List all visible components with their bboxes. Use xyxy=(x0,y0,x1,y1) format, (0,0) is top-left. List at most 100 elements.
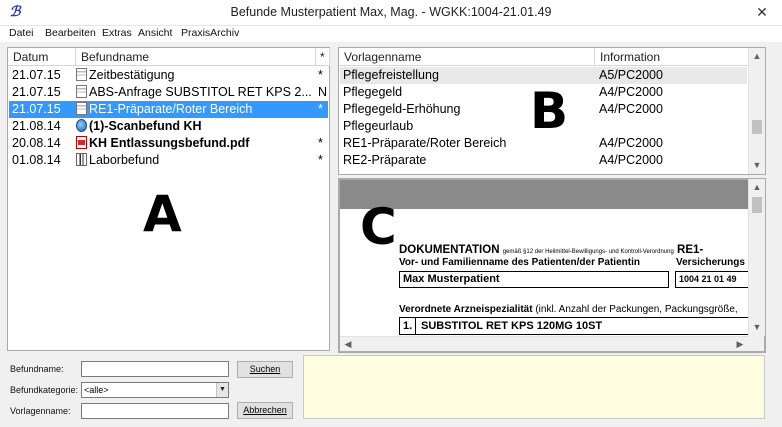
vorlage-information: A4/PC2000 xyxy=(599,136,663,150)
notes-area[interactable] xyxy=(303,355,765,419)
doc-drug-index: 1. xyxy=(403,320,413,332)
vorlage-information: A4/PC2000 xyxy=(599,102,663,116)
marker-c: C xyxy=(360,198,397,256)
scroll-thumb[interactable] xyxy=(752,120,762,134)
befund-row[interactable]: 21.07.15 RE1-Präparate/Roter Bereich * xyxy=(9,101,328,118)
menu-datei[interactable]: Datei xyxy=(9,27,34,39)
doc-heading-line: DOKUMENTATION gemäß §12 der Heilmittel-B… xyxy=(399,244,703,256)
befund-flag: * xyxy=(318,153,323,167)
befund-name-cell: KH Entlassungsbefund.pdf xyxy=(76,135,314,152)
befund-flag: * xyxy=(318,136,323,150)
document-preview[interactable]: DOKUMENTATION gemäß §12 der Heilmittel-B… xyxy=(338,178,766,353)
menu-praxisarchiv[interactable]: PraxisArchiv xyxy=(181,27,239,39)
preview-scroll-left-arrow-icon[interactable]: ◀ xyxy=(340,336,356,352)
befund-name-cell: (1)-Scanbefund KH xyxy=(76,118,314,135)
column-header-datum[interactable]: Datum xyxy=(8,48,76,66)
befund-name-cell: ABS-Anfrage SUBSTITOL RET KPS 2... xyxy=(76,84,314,101)
menu-ansicht[interactable]: Ansicht xyxy=(138,27,172,39)
befund-row[interactable]: 21.08.14 (1)-Scanbefund KH xyxy=(9,118,328,135)
preview-vertical-scrollbar[interactable]: ▲ ▼ xyxy=(748,179,765,336)
preview-scroll-right-arrow-icon[interactable]: ▶ xyxy=(732,336,748,352)
befund-name-cell: Zeitbestätigung xyxy=(76,67,314,84)
doc-label-name: Vor- und Familienname des Patienten/der … xyxy=(399,257,640,268)
befund-flag: * xyxy=(318,68,323,82)
client-area: Datum Befundname * 21.07.15 Zeitbestätigu… xyxy=(0,42,782,427)
abbrechen-button-label: Abbrechen xyxy=(243,405,287,415)
preview-scroll-down-arrow-icon[interactable]: ▼ xyxy=(749,319,765,336)
befund-row[interactable]: 01.08.14 Laborbefund * xyxy=(9,152,328,169)
scrollbar-corner xyxy=(748,336,764,351)
doc-heading-suffix: RE1- xyxy=(677,244,704,256)
note-icon xyxy=(76,102,87,115)
befund-flag: * xyxy=(318,102,323,116)
suchen-button[interactable]: Suchen xyxy=(237,361,293,378)
doc-heading: DOKUMENTATION xyxy=(399,244,500,256)
doc-drug-name: SUBSTITOL RET KPS 120MG 10ST xyxy=(421,320,603,332)
marker-b: B xyxy=(530,82,569,140)
befund-name: Zeitbestätigung xyxy=(89,68,175,82)
document-page: DOKUMENTATION gemäß §12 der Heilmittel-B… xyxy=(340,180,749,336)
doc-insurance-number: 1004 21 01 49 xyxy=(679,274,737,284)
befundkategorie-select[interactable]: <alle> ▼ xyxy=(81,382,229,398)
befund-date: 21.07.15 xyxy=(12,85,61,99)
note-icon xyxy=(76,85,87,98)
close-button[interactable]: ✕ xyxy=(752,2,772,22)
befundname-input[interactable] xyxy=(81,361,229,377)
column-header-flag[interactable]: * xyxy=(316,48,330,66)
vorlage-name: RE2-Präparate xyxy=(343,153,427,167)
doc-patient-name: Max Musterpatient xyxy=(403,273,500,285)
vorlagenname-label: Vorlagenname: xyxy=(10,406,71,416)
preview-scroll-up-arrow-icon[interactable]: ▲ xyxy=(749,179,765,196)
doc-label-insurance: Versicherungs xyxy=(676,257,745,268)
menu-bar: Datei Bearbeiten Extras Ansicht PraxisAr… xyxy=(0,26,782,42)
vorlagenname-input[interactable] xyxy=(81,403,229,419)
scan-icon xyxy=(76,119,87,132)
menu-extras[interactable]: Extras xyxy=(102,27,132,39)
column-header-vorlagenname[interactable]: Vorlagenname xyxy=(339,48,595,66)
befund-date: 20.08.14 xyxy=(12,136,61,150)
doc-label-drug: Verordnete Arzneispezialität (inkl. Anza… xyxy=(399,304,738,315)
vorlage-information: A4/PC2000 xyxy=(599,153,663,167)
befund-name: RE1-Präparate/Roter Bereich xyxy=(89,102,253,116)
abbrechen-button[interactable]: Abbrechen xyxy=(237,402,293,419)
befundname-label: Befundname: xyxy=(10,364,64,374)
befund-row[interactable]: 21.07.15 Zeitbestätigung * xyxy=(9,67,328,84)
scroll-up-arrow-icon[interactable]: ▲ xyxy=(749,48,765,65)
pdf-icon xyxy=(76,136,87,149)
column-header-information[interactable]: Information xyxy=(595,48,750,66)
befundkategorie-value: <alle> xyxy=(84,385,109,395)
befundkategorie-label: Befundkategorie: xyxy=(10,385,79,395)
suchen-button-label: Suchen xyxy=(249,364,281,374)
doc-label-drug-rest: (inkl. Anzahl der Packungen, Packungsgrö… xyxy=(532,304,738,315)
chevron-down-icon[interactable]: ▼ xyxy=(216,383,228,397)
title-bar: ℬ Befunde Musterpatient Max, Mag. - WGKK… xyxy=(0,0,782,26)
befund-row[interactable]: 21.07.15 ABS-Anfrage SUBSTITOL RET KPS 2.… xyxy=(9,84,328,101)
befund-name: (1)-Scanbefund KH xyxy=(89,119,202,133)
befund-date: 21.07.15 xyxy=(12,68,61,82)
befund-flag: N xyxy=(318,85,328,99)
vorlage-information: A4/PC2000 xyxy=(599,85,663,99)
preview-horizontal-scrollbar[interactable]: ◀ ▶ xyxy=(340,336,748,351)
marker-a: A xyxy=(143,185,182,243)
befund-name: Laborbefund xyxy=(89,153,160,167)
doc-heading-small: gemäß §12 der Heilmittel-Bewilligungs- u… xyxy=(502,249,674,255)
note-icon xyxy=(76,68,87,81)
befund-name: ABS-Anfrage SUBSTITOL RET KPS 2... xyxy=(89,85,312,99)
column-header-befundname[interactable]: Befundname xyxy=(76,48,316,66)
vorlage-information: A5/PC2000 xyxy=(599,68,663,82)
befund-date: 01.08.14 xyxy=(12,153,61,167)
vorlagen-scrollbar[interactable]: ▲ ▼ xyxy=(748,48,765,174)
menu-bearbeiten[interactable]: Bearbeiten xyxy=(45,27,96,39)
preview-scroll-thumb[interactable] xyxy=(752,197,762,213)
doc-label-drug-bold: Verordnete Arzneispezialität xyxy=(399,304,533,315)
befund-date: 21.07.15 xyxy=(12,102,61,116)
befund-name-cell: Laborbefund xyxy=(76,152,314,169)
befund-row[interactable]: 20.08.14 KH Entlassungsbefund.pdf * xyxy=(9,135,328,152)
window-title: Befunde Musterpatient Max, Mag. - WGKK:1… xyxy=(230,5,552,19)
scroll-down-arrow-icon[interactable]: ▼ xyxy=(749,157,765,174)
befund-date: 21.08.14 xyxy=(12,119,61,133)
vorlage-row[interactable]: RE2-Präparate A4/PC2000 xyxy=(340,152,747,169)
document-header-band xyxy=(340,180,749,209)
lab-icon xyxy=(76,153,87,166)
befund-name: KH Entlassungsbefund.pdf xyxy=(89,136,250,150)
